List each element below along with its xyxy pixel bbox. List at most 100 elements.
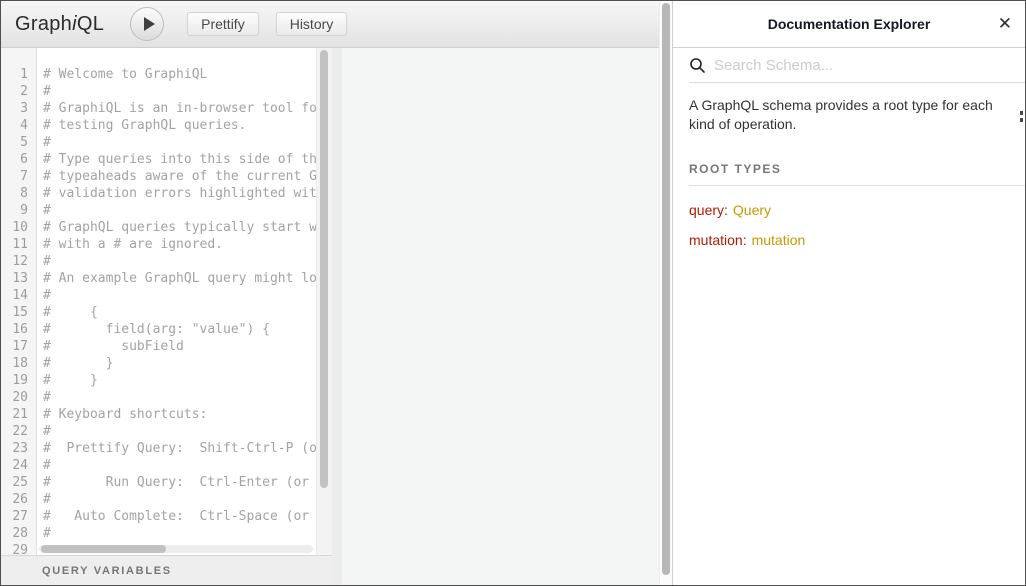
prettify-button[interactable]: Prettify (187, 12, 259, 36)
code-line: # (43, 83, 316, 100)
editor-horizontal-scrollbar-thumb[interactable] (41, 545, 166, 553)
logo-text: QL (77, 13, 104, 35)
root-type-link[interactable]: mutation (752, 232, 806, 248)
line-number: 17 (1, 338, 36, 355)
root-types-heading: ROOT TYPES (689, 162, 1025, 186)
close-icon[interactable]: ✕ (998, 14, 1012, 34)
root-type-row: query: Query (689, 195, 1009, 225)
line-number: 5 (1, 134, 36, 151)
code-line: # typeaheads aware of the current GraphQ… (43, 168, 316, 185)
schema-search-row (689, 48, 1025, 83)
query-variables-label: QUERY VARIABLES (42, 565, 172, 577)
panel-resize-grip[interactable] (1020, 111, 1024, 125)
line-number: 20 (1, 389, 36, 406)
line-number: 22 (1, 423, 36, 440)
line-number: 11 (1, 236, 36, 253)
line-number: 9 (1, 202, 36, 219)
line-number-gutter: 1234567891011121314151617181920212223242… (1, 48, 37, 555)
line-number: 15 (1, 304, 36, 321)
code-line: # Keyboard shortcuts: (43, 406, 316, 423)
pane-divider[interactable] (332, 48, 342, 585)
result-pane (342, 48, 659, 585)
code-line: # (43, 525, 316, 542)
code-line: # { (43, 304, 316, 321)
editor-horizontal-scrollbar[interactable] (39, 545, 313, 553)
code-line: # testing GraphQL queries. (43, 117, 316, 134)
toolbar: GraphiQL Prettify History (1, 1, 659, 48)
editor-vertical-scrollbar-thumb[interactable] (320, 50, 328, 488)
code-line: # An example GraphQL query might look li… (43, 270, 316, 287)
code-line: # GraphiQL is an in-browser tool for wri… (43, 100, 316, 117)
root-type-field-name: query (689, 202, 724, 218)
line-number: 24 (1, 457, 36, 474)
doc-explorer-titlebar: Documentation Explorer ✕ (673, 1, 1025, 48)
query-variables-bar[interactable]: QUERY VARIABLES (1, 555, 332, 585)
code-line: # Auto Complete: Ctrl-Space (or just sta… (43, 508, 316, 525)
code-line: # } (43, 372, 316, 389)
code-line: # (43, 491, 316, 508)
schema-search-input[interactable] (714, 50, 1025, 80)
code-line: # subField (43, 338, 316, 355)
code-line: # (43, 423, 316, 440)
code-content[interactable]: # Welcome to GraphiQL## GraphiQL is an i… (37, 48, 316, 555)
line-number: 18 (1, 355, 36, 372)
line-number: 21 (1, 406, 36, 423)
documentation-explorer: Documentation Explorer ✕ A GraphQL schem… (672, 1, 1025, 585)
code-line: # Run Query: Ctrl-Enter (or press the pl… (43, 474, 316, 491)
logo-text: Graph (15, 13, 72, 35)
line-number: 19 (1, 372, 36, 389)
line-number: 13 (1, 270, 36, 287)
separator: : (724, 202, 728, 218)
graphiql-app: GraphiQL Prettify History 12345678910111… (1, 1, 659, 585)
query-pane: 1234567891011121314151617181920212223242… (1, 48, 332, 585)
code-line: # with a # are ignored. (43, 236, 316, 253)
code-line: # field(arg: "value") { (43, 321, 316, 338)
line-number: 16 (1, 321, 36, 338)
root-types-list: query:Query mutation:mutation (673, 186, 1025, 255)
separator: : (743, 232, 747, 248)
execute-query-button[interactable] (130, 7, 164, 41)
schema-description: A GraphQL schema provides a root type fo… (673, 83, 1025, 134)
editor-vertical-scrollbar[interactable] (316, 48, 332, 555)
code-line: # GraphQL queries typically start with a… (43, 219, 316, 236)
line-number: 14 (1, 287, 36, 304)
line-number: 7 (1, 168, 36, 185)
line-number: 2 (1, 83, 36, 100)
graphiql-window: GraphiQL Prettify History 12345678910111… (1, 1, 1025, 585)
code-line: # Prettify Query: Shift-Ctrl-P (or press… (43, 440, 316, 457)
root-type-row: mutation:mutation (689, 225, 1009, 255)
window-scrollbar[interactable] (659, 1, 672, 585)
code-line: # (43, 202, 316, 219)
line-number: 26 (1, 491, 36, 508)
line-number: 29 (1, 542, 36, 555)
line-number: 10 (1, 219, 36, 236)
query-editor[interactable]: 1234567891011121314151617181920212223242… (1, 48, 332, 555)
code-line: # Welcome to GraphiQL (43, 66, 316, 83)
line-number: 28 (1, 525, 36, 542)
play-icon (144, 17, 155, 31)
line-number: 3 (1, 100, 36, 117)
code-line: # (43, 457, 316, 474)
history-button[interactable]: History (276, 12, 348, 36)
line-number: 4 (1, 117, 36, 134)
code-line: # validation errors highlighted within t… (43, 185, 316, 202)
code-line: # (43, 134, 316, 151)
line-number: 27 (1, 508, 36, 525)
graphiql-logo: GraphiQL (15, 13, 104, 36)
code-line: # (43, 287, 316, 304)
editor-area: 1234567891011121314151617181920212223242… (1, 48, 659, 585)
root-type-field-name: mutation (689, 232, 743, 248)
code-line: # (43, 389, 316, 406)
line-number: 8 (1, 185, 36, 202)
search-icon (689, 57, 706, 74)
line-number: 12 (1, 253, 36, 270)
line-number: 6 (1, 151, 36, 168)
line-number: 1 (1, 66, 36, 83)
root-type-link[interactable]: Query (733, 202, 771, 218)
window-scrollbar-thumb[interactable] (662, 3, 670, 575)
line-number: 23 (1, 440, 36, 457)
code-line: # Type queries into this side of the scr… (43, 151, 316, 168)
code-line: # } (43, 355, 316, 372)
doc-explorer-title: Documentation Explorer (768, 16, 931, 32)
line-number: 25 (1, 474, 36, 491)
